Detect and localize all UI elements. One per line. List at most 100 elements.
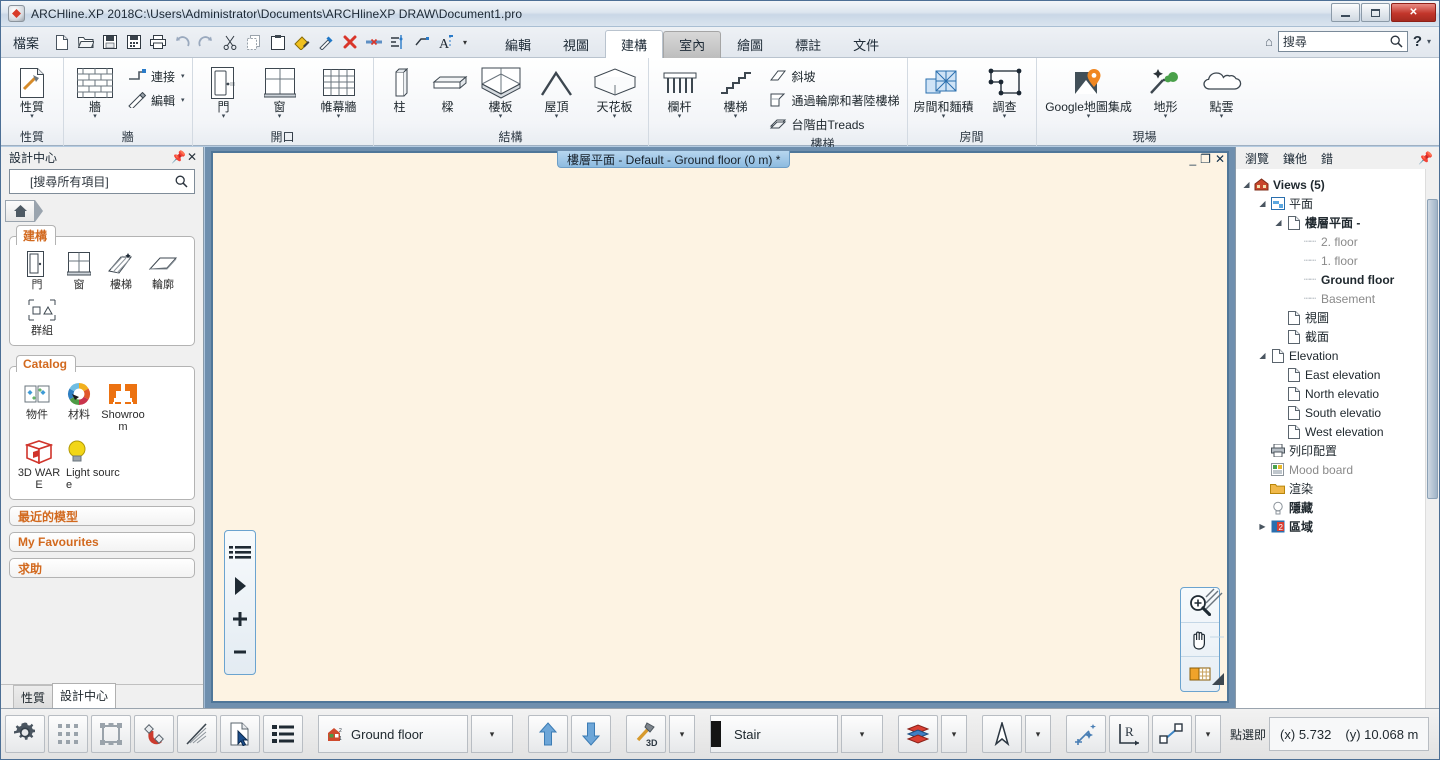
dc-tile-objects[interactable]: 物件: [16, 379, 58, 433]
snap-point-button[interactable]: [1066, 715, 1106, 753]
settings-gear-button[interactable]: [5, 715, 45, 753]
tab-drawing[interactable]: 繪圖: [721, 31, 779, 58]
redo-icon[interactable]: [195, 31, 217, 53]
ribbon-button-door[interactable]: 門 ▾: [197, 63, 251, 122]
search-input[interactable]: 搜尋: [1278, 31, 1408, 52]
ribbon-button-wall-connect[interactable]: 連接 ▾: [124, 64, 188, 88]
polyline-button[interactable]: [1152, 715, 1192, 753]
tree-item[interactable]: 列印配置: [1240, 441, 1439, 460]
dc-collapsed-recent-models[interactable]: 最近的模型: [9, 506, 195, 526]
delete-icon[interactable]: [339, 31, 361, 53]
tree-item[interactable]: South elevatio: [1240, 403, 1439, 422]
ribbon-button-railing[interactable]: 欄杆 ▾: [653, 63, 707, 122]
select-cursor-button[interactable]: [220, 715, 260, 753]
tree-item[interactable]: ◢Views (5): [1240, 175, 1439, 194]
magnet-snap-button[interactable]: [134, 715, 174, 753]
grid-snap-button[interactable]: [48, 715, 88, 753]
tree-item[interactable]: ┈┈Ground floor: [1240, 270, 1439, 289]
dc-tile-group[interactable]: 群組: [18, 295, 66, 337]
layer-stack-button[interactable]: [898, 715, 938, 753]
chevron-down-icon[interactable]: ▾: [499, 114, 503, 121]
ribbon-button-stair-by-profile[interactable]: 通過輪廓和著陸樓梯: [765, 88, 903, 112]
ribbon-button-stair-by-treads[interactable]: 台階由Treads: [765, 112, 903, 136]
tree-item[interactable]: 渲染: [1240, 479, 1439, 498]
layer-dropdown-button[interactable]: ▾: [841, 715, 883, 753]
menu-file[interactable]: 檔案: [1, 27, 47, 57]
new-icon[interactable]: [51, 31, 73, 53]
floor-up-button[interactable]: [528, 715, 568, 753]
compass-button[interactable]: [982, 715, 1022, 753]
chevron-down-icon[interactable]: ▾: [30, 114, 34, 121]
chevron-down-icon[interactable]: ◢: [1256, 199, 1269, 208]
ribbon-button-survey[interactable]: 調查 ▾: [978, 63, 1032, 122]
bounding-box-button[interactable]: [91, 715, 131, 753]
qat-overflow-icon[interactable]: ▾: [459, 31, 471, 53]
pin-icon[interactable]: 📌: [171, 150, 185, 164]
ribbon-button-beam[interactable]: 樑: [424, 63, 472, 115]
tree-item[interactable]: ┈┈Basement: [1240, 289, 1439, 308]
dimension-icon[interactable]: [363, 31, 385, 53]
chevron-down-icon[interactable]: ◢: [1272, 218, 1285, 227]
ribbon-button-wall[interactable]: 牆 ▾: [68, 63, 122, 122]
eyedropper-icon[interactable]: [315, 31, 337, 53]
ribbon-button-column[interactable]: 柱: [378, 63, 422, 115]
chevron-down-icon[interactable]: ◢: [1256, 351, 1269, 360]
tab-documents[interactable]: 文件: [837, 31, 895, 58]
text-icon[interactable]: A: [435, 31, 457, 53]
ribbon-button-curtain-wall[interactable]: 帷幕牆 ▾: [309, 63, 369, 122]
project-tree-scrollbar[interactable]: [1425, 169, 1439, 710]
dc-tile-light-source[interactable]: Light source: [66, 437, 120, 491]
chevron-right-icon[interactable]: ▶: [1256, 522, 1269, 531]
breadcrumb-home-button[interactable]: [5, 200, 35, 222]
document-restore-button[interactable]: ❐: [1200, 152, 1211, 166]
chevron-down-icon[interactable]: ▾: [1164, 114, 1168, 121]
tree-item[interactable]: ┈┈1. floor: [1240, 251, 1439, 270]
document-close-button[interactable]: ✕: [1215, 152, 1225, 166]
compass-dropdown-button[interactable]: ▾: [1025, 715, 1051, 753]
ribbon-button-google-maps[interactable]: Google地圖集成 ▾: [1041, 63, 1137, 122]
tab-view[interactable]: 視圖: [547, 31, 605, 58]
tree-item[interactable]: ┈┈2. floor: [1240, 232, 1439, 251]
chevron-down-icon[interactable]: ▾: [613, 114, 617, 121]
tree-item[interactable]: ◢平面: [1240, 194, 1439, 213]
design-center-search-input[interactable]: [搜尋所有項目]: [9, 169, 195, 194]
section-title[interactable]: Catalog: [16, 355, 76, 372]
ribbon-button-properties[interactable]: 性質 ▾: [5, 63, 59, 122]
format-painter-icon[interactable]: [291, 31, 313, 53]
chevron-down-icon[interactable]: ▾: [1003, 114, 1007, 121]
cut-icon[interactable]: [219, 31, 241, 53]
print-icon[interactable]: [147, 31, 169, 53]
home-icon[interactable]: ⌂: [1265, 34, 1273, 49]
window-close-button[interactable]: ✕: [1391, 3, 1436, 22]
copy-icon[interactable]: [243, 31, 265, 53]
help-dropdown-icon[interactable]: ▾: [1427, 37, 1431, 46]
chevron-down-icon[interactable]: ▾: [337, 114, 341, 121]
section-title[interactable]: 建構: [16, 225, 56, 245]
chevron-down-icon[interactable]: ▾: [181, 96, 185, 104]
dc-collapsed-my-favourites[interactable]: My Favourites: [9, 532, 195, 552]
save-as-icon[interactable]: [123, 31, 145, 53]
tree-item[interactable]: North elevatio: [1240, 384, 1439, 403]
layer-selector[interactable]: Stair: [710, 715, 838, 753]
open-icon[interactable]: [75, 31, 97, 53]
dc-tile-materials[interactable]: 材料: [58, 379, 100, 433]
tree-item[interactable]: East elevation: [1240, 365, 1439, 384]
pn-tab-other[interactable]: 鑲他: [1283, 150, 1307, 167]
angle-snap-button[interactable]: [177, 715, 217, 753]
chevron-down-icon[interactable]: ▾: [555, 114, 559, 121]
tree-item[interactable]: ◢樓層平面 -: [1240, 213, 1439, 232]
chevron-down-icon[interactable]: ▾: [181, 72, 185, 80]
tab-edit[interactable]: 編輯: [489, 31, 547, 58]
tree-item[interactable]: ◢Elevation: [1240, 346, 1439, 365]
dc-tile-door[interactable]: 門: [16, 249, 58, 291]
tree-item[interactable]: Mood board: [1240, 460, 1439, 479]
ribbon-button-ceiling[interactable]: 天花板 ▾: [586, 63, 644, 122]
dc-tile-window[interactable]: 窗: [58, 249, 100, 291]
dc-tile-showroom[interactable]: Showroom: [100, 379, 146, 433]
ribbon-button-roof[interactable]: 屋頂 ▾: [530, 63, 584, 122]
chevron-down-icon[interactable]: ▾: [278, 114, 282, 121]
leader-icon[interactable]: [411, 31, 433, 53]
save-icon[interactable]: [99, 31, 121, 53]
3d-tool-dropdown-button[interactable]: ▾: [669, 715, 695, 753]
tab-annotation[interactable]: 標註: [779, 31, 837, 58]
